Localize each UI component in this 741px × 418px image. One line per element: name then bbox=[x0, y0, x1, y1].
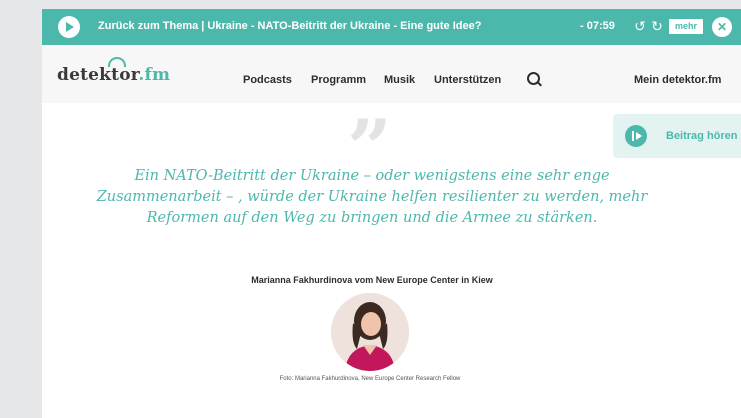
close-icon[interactable]: ✕ bbox=[712, 17, 732, 37]
quote-text: Ein NATO-Beitritt der Ukraine – oder wen… bbox=[96, 168, 648, 226]
listen-label: Beitrag hören bbox=[666, 130, 738, 142]
logo-main: detektor bbox=[57, 65, 139, 85]
logo-suffix: .fm bbox=[138, 65, 171, 85]
rewind-icon[interactable]: ↺ bbox=[632, 17, 648, 35]
play-pause-icon bbox=[625, 125, 647, 147]
nav-programm[interactable]: Programm bbox=[311, 74, 366, 86]
nav-unterstuetzen[interactable]: Unterstützen bbox=[434, 74, 501, 86]
audio-player-bar: Zurück zum Thema | Ukraine - NATO-Beitri… bbox=[42, 9, 741, 45]
more-button[interactable]: mehr bbox=[669, 19, 703, 34]
photo-caption: Foto: Marianna Fakhurdinova, New Europe … bbox=[279, 376, 461, 382]
remaining-time: - 07:59 bbox=[580, 20, 615, 32]
nav-musik[interactable]: Musik bbox=[384, 74, 415, 86]
account-link[interactable]: Mein detektor.fm bbox=[634, 74, 721, 86]
forward-icon[interactable]: ↻ bbox=[649, 17, 665, 35]
quote-author: Marianna Fakhurdinova vom New Europe Cen… bbox=[251, 275, 493, 285]
player-title-link[interactable]: Zurück zum Thema | Ukraine - NATO-Beitri… bbox=[98, 20, 481, 32]
listen-button[interactable]: Beitrag hören bbox=[613, 114, 741, 158]
site-logo[interactable]: detektor.fm bbox=[57, 65, 170, 85]
nav-podcasts[interactable]: Podcasts bbox=[243, 74, 292, 86]
page-frame: Zurück zum Thema | Ukraine - NATO-Beitri… bbox=[42, 9, 741, 418]
main-navigation: detektor.fm Podcasts Programm Musik Unte… bbox=[42, 45, 741, 103]
author-photo bbox=[331, 293, 409, 371]
search-icon[interactable] bbox=[527, 72, 540, 85]
play-icon[interactable] bbox=[58, 16, 80, 38]
